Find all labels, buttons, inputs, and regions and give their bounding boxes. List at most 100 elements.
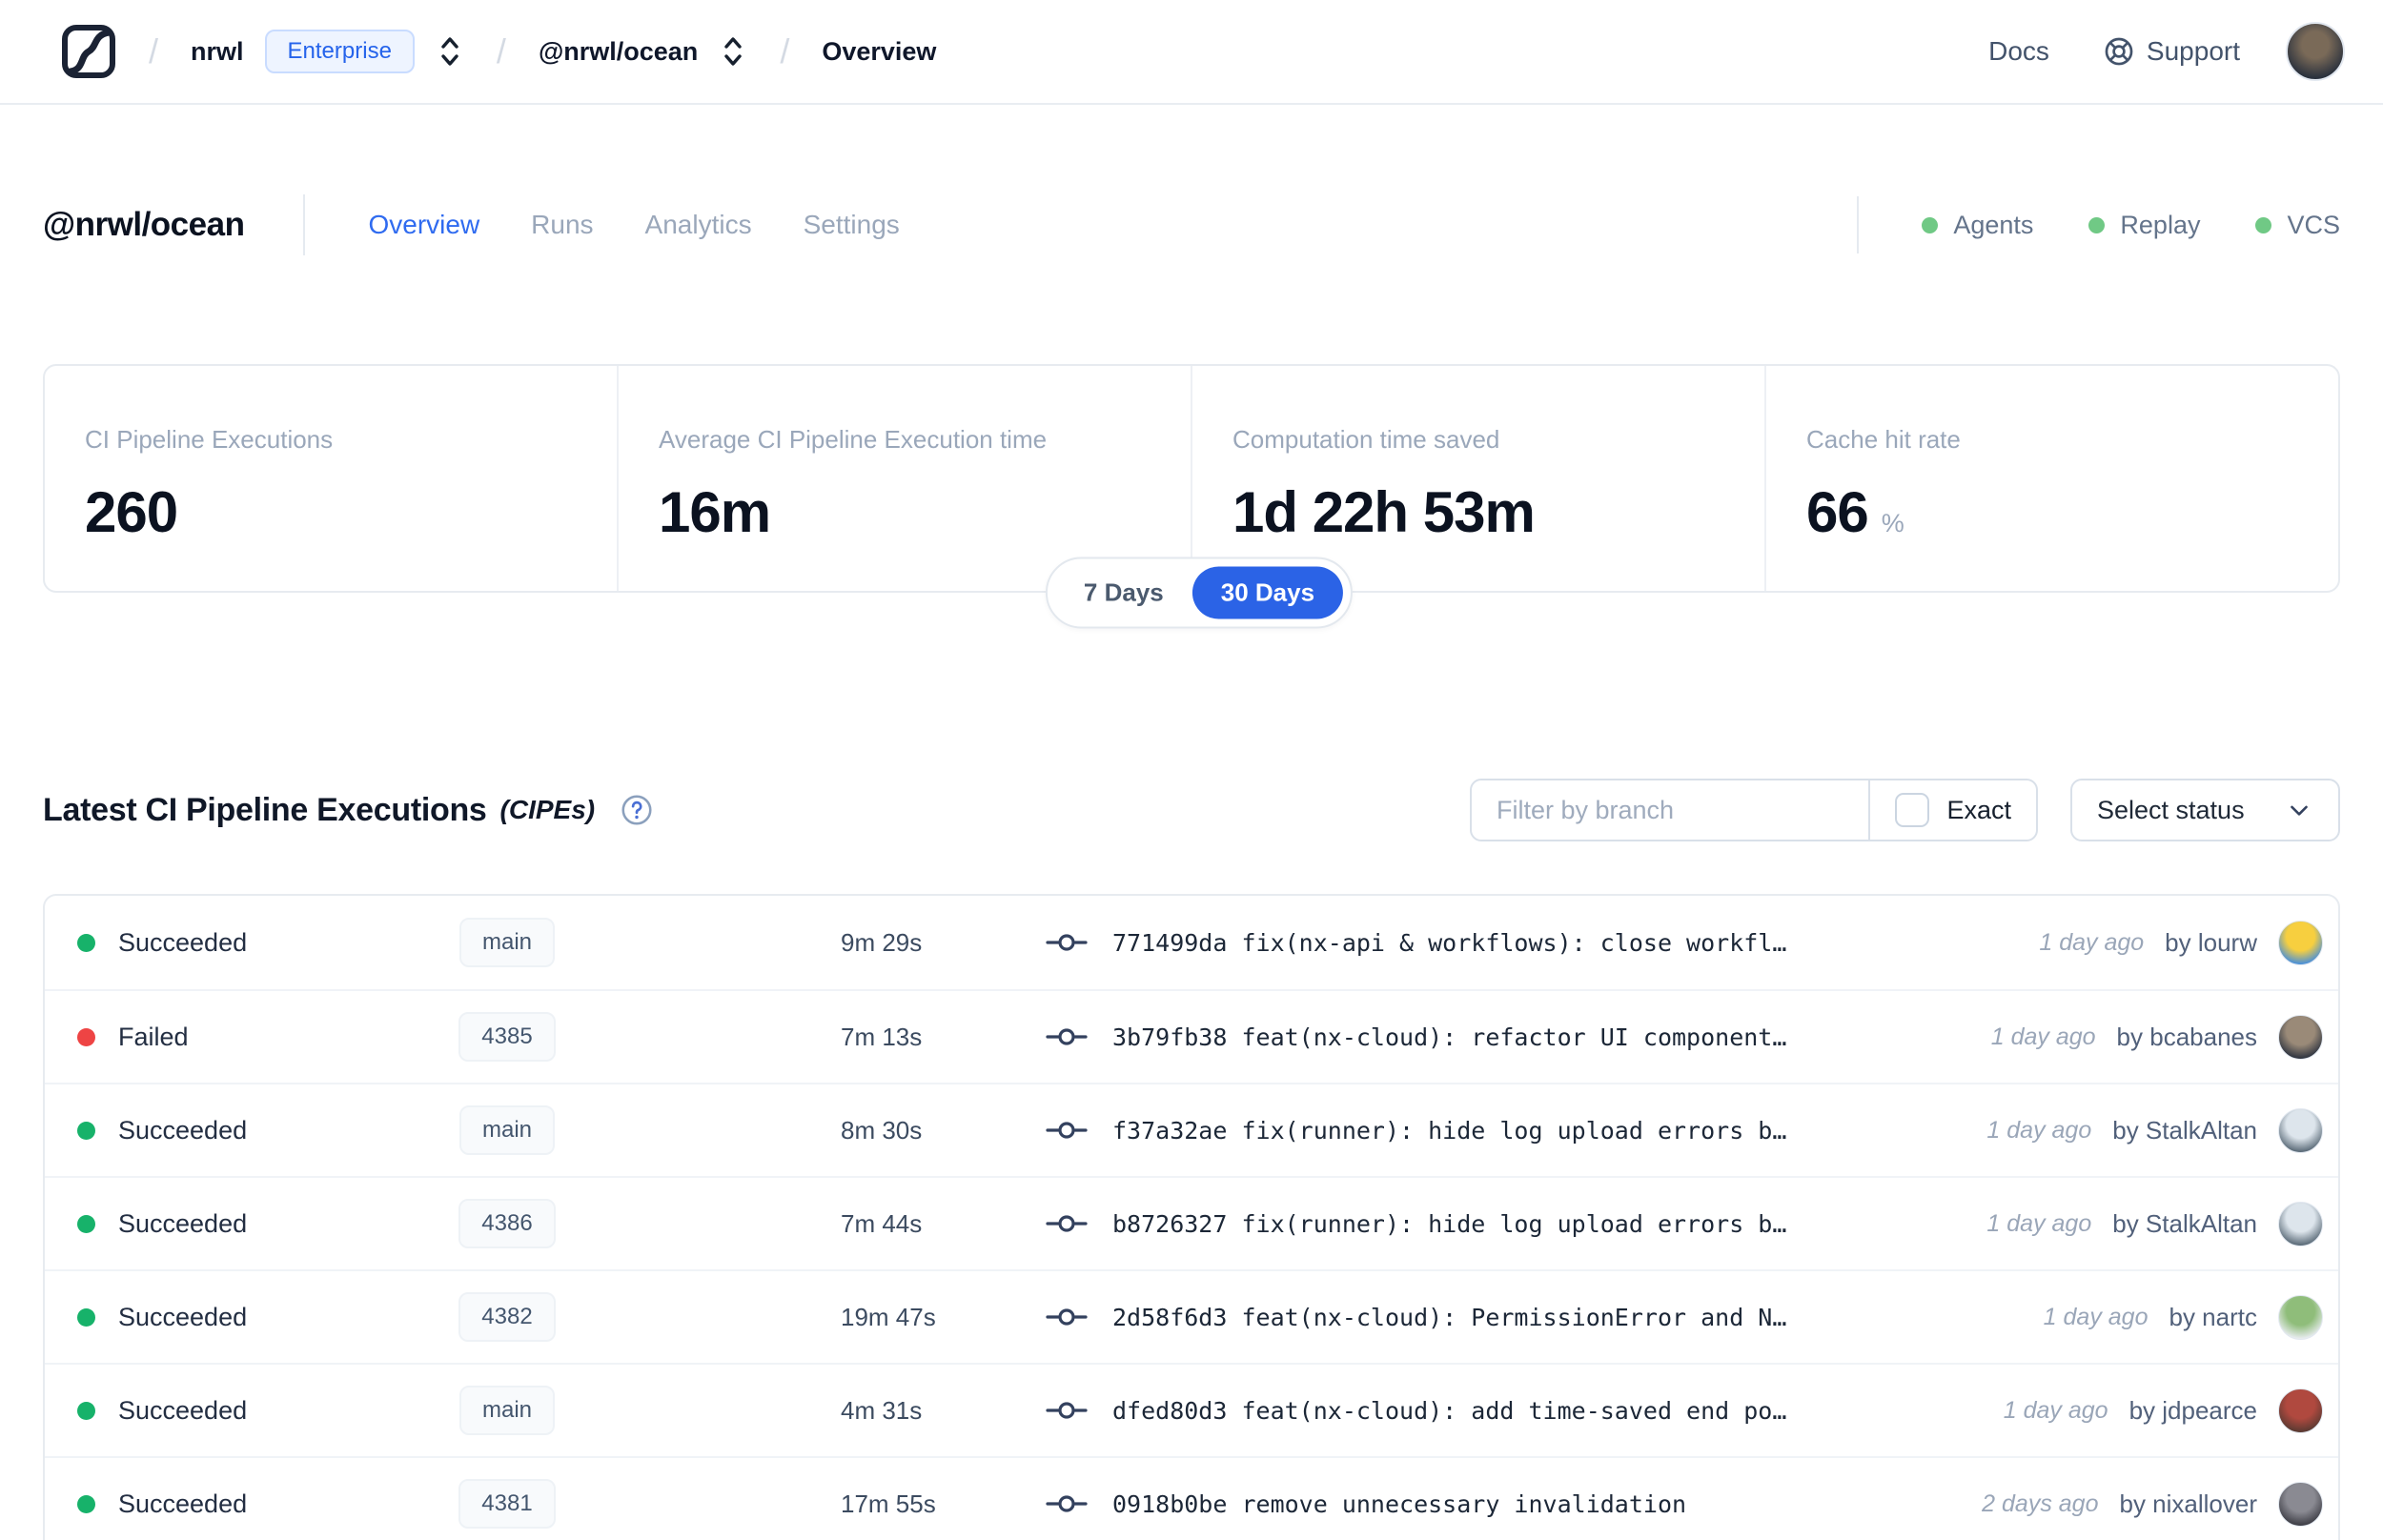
integrations-divider — [1857, 196, 1860, 253]
cipe-section-title: Latest CI Pipeline Executions — [43, 791, 487, 828]
branch-filter-input[interactable] — [1472, 780, 1869, 840]
author-avatar — [2278, 1388, 2323, 1433]
git-commit-icon — [1046, 1402, 1088, 1419]
status-label: Succeeded — [118, 1489, 248, 1518]
duration-cell: 17m 55s — [841, 1489, 936, 1518]
branch-cell: 4381 — [417, 1479, 598, 1529]
status-dot — [77, 1401, 95, 1420]
table-row[interactable]: Succeeded 4386 7m 44s b8726327 fix(runne… — [45, 1176, 2338, 1269]
status-label: Succeeded — [118, 1115, 248, 1145]
integration-status-dot — [2088, 216, 2106, 233]
tab-settings[interactable]: Settings — [804, 210, 900, 240]
integration-vcs[interactable]: VCS — [2255, 211, 2340, 240]
stat-value: 260 — [85, 479, 617, 545]
author-avatar — [2278, 1107, 2323, 1153]
cipe-section-header: Latest CI Pipeline Executions (CIPEs) Ex… — [43, 779, 2340, 841]
status-cell: Succeeded — [45, 928, 417, 958]
status-label: Succeeded — [118, 1208, 248, 1238]
stat-number: 66 — [1806, 480, 1869, 544]
breadcrumb-org[interactable]: nrwl — [191, 37, 244, 67]
tab-overview[interactable]: Overview — [368, 210, 479, 240]
branch-cell: main — [417, 1105, 598, 1155]
meta-cell: 2 days ago by nixallover — [1982, 1481, 2338, 1527]
table-row[interactable]: Failed 4385 7m 13s 3b79fb38 feat(nx-clou… — [45, 989, 2338, 1083]
author-avatar — [2278, 1201, 2323, 1246]
status-dot — [77, 1121, 95, 1140]
meta-cell: 1 day ago by StalkAltan — [1986, 1201, 2338, 1246]
status-cell: Succeeded — [45, 1396, 417, 1426]
tab-analytics[interactable]: Analytics — [645, 210, 752, 240]
status-cell: Succeeded — [45, 1489, 417, 1519]
table-row[interactable]: Succeeded main 9m 29s 771499da fix(nx-ap… — [45, 896, 2338, 989]
workspace-selector-chevrons-icon[interactable] — [719, 33, 747, 70]
status-cell: Succeeded — [45, 1209, 417, 1239]
commit-cell: b8726327 fix(runner): hide log upload er… — [936, 1209, 1986, 1238]
git-commit-icon — [1046, 1495, 1088, 1512]
status-label: Succeeded — [118, 1395, 248, 1425]
tab-runs[interactable]: Runs — [531, 210, 593, 240]
stat-number: 1d 22h 53m — [1232, 480, 1536, 544]
author: by nartc — [2169, 1302, 2258, 1331]
range-option-30-days[interactable]: 30 Days — [1192, 566, 1344, 619]
duration-cell: 9m 29s — [841, 927, 923, 957]
exact-label: Exact — [1946, 795, 2011, 824]
duration-cell: 7m 13s — [841, 1022, 923, 1051]
header-divider — [303, 194, 306, 255]
stat-value: 1d 22h 53m — [1232, 479, 1764, 545]
plan-badge: Enterprise — [264, 30, 415, 73]
author: by nixallover — [2119, 1489, 2257, 1518]
table-row[interactable]: Succeeded main 8m 30s f37a32ae fix(runne… — [45, 1083, 2338, 1176]
breadcrumb-workspace[interactable]: @nrwl/ocean — [539, 37, 698, 67]
org-selector-chevrons-icon[interactable] — [436, 33, 464, 70]
time-ago: 1 day ago — [2043, 1303, 2149, 1330]
branch-cell: 4386 — [417, 1199, 598, 1248]
author-avatar — [2278, 1481, 2323, 1527]
support-link[interactable]: Support — [2103, 35, 2240, 68]
status-dot — [77, 1214, 95, 1233]
branch-badge: 4381 — [458, 1479, 556, 1529]
commit-cell: 771499da fix(nx-api & workflows): close … — [936, 928, 2039, 957]
integration-agents[interactable]: Agents — [1922, 211, 2033, 240]
time-ago: 1 day ago — [1986, 1116, 2092, 1144]
workspace-title: @nrwl/ocean — [43, 206, 245, 243]
commit-message: dfed80d3 feat(nx-cloud): add time-saved … — [1112, 1396, 1787, 1425]
commit-cell: dfed80d3 feat(nx-cloud): add time-saved … — [936, 1396, 2004, 1425]
nx-cloud-logo-icon[interactable] — [61, 24, 116, 79]
git-commit-icon — [1046, 1215, 1088, 1232]
user-avatar[interactable] — [2286, 22, 2345, 81]
author: by StalkAltan — [2112, 1115, 2257, 1145]
status-dot — [77, 1027, 95, 1046]
git-commit-icon — [1046, 1122, 1088, 1139]
time-ago: 1 day ago — [1986, 1209, 2092, 1237]
integration-status-list: Agents Replay VCS — [1857, 196, 2340, 253]
integration-replay[interactable]: Replay — [2088, 211, 2200, 240]
commit-message: f37a32ae fix(runner): hide log upload er… — [1112, 1116, 1787, 1145]
git-commit-icon — [1046, 1028, 1088, 1045]
status-cell: Succeeded — [45, 1116, 417, 1145]
support-label: Support — [2146, 36, 2240, 66]
range-option-7-days[interactable]: 7 Days — [1055, 567, 1192, 619]
table-row[interactable]: Succeeded 4382 19m 47s 2d58f6d3 feat(nx-… — [45, 1269, 2338, 1363]
integration-label: Replay — [2120, 210, 2201, 239]
table-row[interactable]: Succeeded main 4m 31s dfed80d3 feat(nx-c… — [45, 1363, 2338, 1456]
duration-cell: 8m 30s — [841, 1115, 923, 1145]
meta-cell: 1 day ago by lourw — [2039, 920, 2338, 965]
branch-cell: 4382 — [417, 1292, 598, 1342]
exact-filter: Exact — [1868, 780, 2036, 840]
status-dot — [77, 1307, 95, 1327]
git-commit-icon — [1046, 934, 1088, 951]
table-row[interactable]: Succeeded 4381 17m 55s 0918b0be remove u… — [45, 1456, 2338, 1540]
cipe-table: Succeeded main 9m 29s 771499da fix(nx-ap… — [43, 894, 2340, 1540]
status-select-label: Select status — [2097, 795, 2245, 824]
top-navigation-bar: / nrwl Enterprise / @nrwl/ocean / Overvi… — [0, 0, 2383, 105]
time-ago: 1 day ago — [2039, 928, 2145, 956]
commit-message: 771499da fix(nx-api & workflows): close … — [1112, 928, 1787, 957]
help-icon[interactable] — [620, 793, 654, 827]
status-select-dropdown[interactable]: Select status — [2070, 779, 2340, 841]
nav-right-actions: Docs Support — [1988, 22, 2345, 81]
status-dot — [77, 1494, 95, 1513]
exact-checkbox[interactable] — [1895, 793, 1930, 827]
status-cell: Failed — [45, 1023, 417, 1052]
integration-status-dot — [1922, 216, 1939, 233]
docs-link[interactable]: Docs — [1988, 36, 2049, 67]
